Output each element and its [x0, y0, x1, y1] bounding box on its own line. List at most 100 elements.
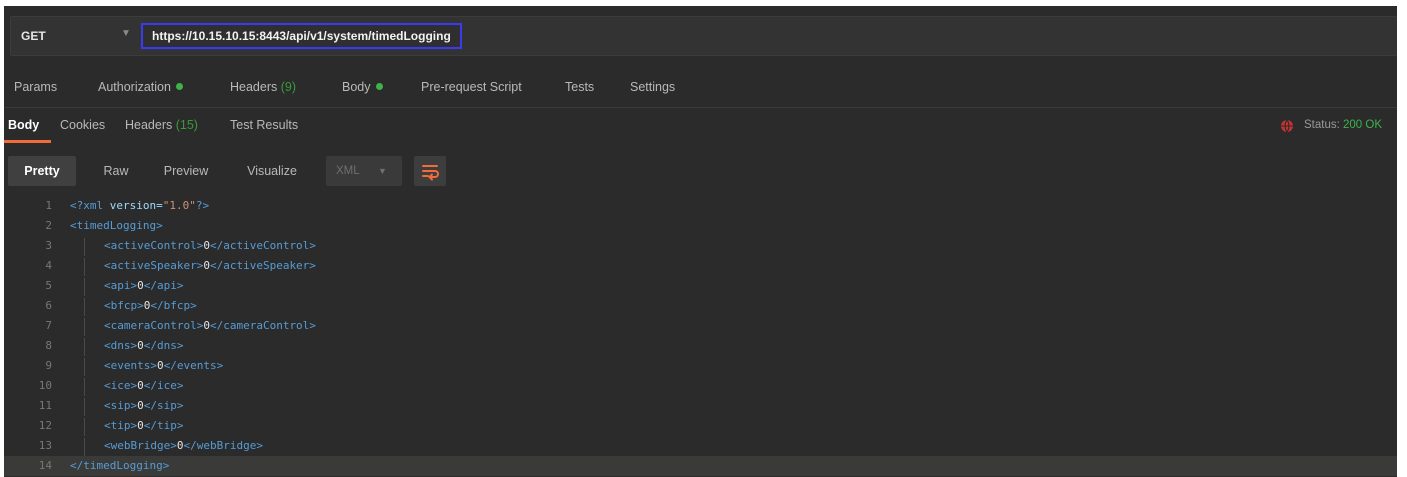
indent-guide — [84, 238, 85, 256]
tab-settings[interactable]: Settings — [630, 80, 675, 94]
code-text: <?xml version="1.0"?> — [70, 199, 210, 212]
chevron-down-icon[interactable]: ▼ — [121, 28, 131, 39]
method-url-bar: GET ▼ https://10.15.10.15:8443/api/v1/sy… — [10, 16, 1397, 56]
indent-guide — [84, 398, 85, 416]
url-input[interactable]: https://10.15.10.15:8443/api/v1/system/t… — [141, 23, 462, 49]
code-text: <activeSpeaker>0</activeSpeaker> — [104, 259, 316, 272]
code-text: <bfcp>0</bfcp> — [104, 299, 197, 312]
wrap-lines-icon — [422, 165, 439, 181]
method-select[interactable]: GET — [21, 29, 46, 43]
line-number: 4 — [45, 259, 52, 272]
tab-label: Pre-request Script — [421, 80, 522, 94]
tab-body[interactable]: Body — [342, 80, 383, 94]
postman-window: GET ▼ https://10.15.10.15:8443/api/v1/sy… — [4, 6, 1397, 477]
code-line: 6 <bfcp>0</bfcp> — [4, 296, 1397, 316]
language-label: XML — [336, 165, 360, 177]
code-text: <api>0</api> — [104, 279, 184, 292]
line-number: 12 — [38, 419, 52, 432]
globe-icon[interactable] — [1280, 119, 1294, 133]
code-line: 13 <webBridge>0</webBridge> — [4, 436, 1397, 456]
code-line: 2 <timedLogging> — [4, 216, 1397, 236]
tab-test-results[interactable]: Test Results — [230, 118, 298, 132]
tab-response-body[interactable]: Body — [8, 118, 39, 132]
status-dot — [175, 83, 183, 90]
line-number: 2 — [45, 219, 52, 232]
line-number: 6 — [45, 299, 52, 312]
code-text: <activeControl>0</activeControl> — [104, 239, 316, 252]
indent-guide — [84, 278, 85, 296]
code-line: 11 <sip>0</sip> — [4, 396, 1397, 416]
line-number: 13 — [38, 439, 52, 452]
tab-label: Headers — [230, 80, 278, 94]
tab-headers[interactable]: Headers (9) — [230, 80, 296, 94]
tab-label: Authorization — [98, 80, 171, 94]
code-line: 10 <ice>0</ice> — [4, 376, 1397, 396]
active-tab-indicator — [4, 140, 51, 143]
tab-response-headers[interactable]: Headers (15) — [125, 118, 198, 132]
code-line: 1 <?xml version="1.0"?> — [4, 196, 1397, 216]
code-text: <timedLogging> — [70, 219, 163, 232]
response-view-toolbar: Pretty Raw Preview Visualize XML ▼ — [8, 156, 608, 188]
indent-guide — [84, 358, 85, 376]
code-line: 5 <api>0</api> — [4, 276, 1397, 296]
view-raw-button[interactable]: Raw — [88, 156, 144, 186]
code-text: <cameraControl>0</cameraControl> — [104, 319, 316, 332]
line-number: 11 — [38, 399, 52, 412]
tab-label: Settings — [630, 80, 676, 94]
tab-cookies[interactable]: Cookies — [60, 118, 105, 132]
code-text: </timedLogging> — [70, 459, 170, 472]
divider — [4, 107, 1397, 108]
tab-count: (15) — [175, 118, 198, 132]
indent-guide — [84, 378, 85, 396]
line-number: 9 — [45, 359, 52, 372]
code-text: <tip>0</tip> — [104, 419, 184, 432]
view-pretty-button[interactable]: Pretty — [8, 156, 76, 186]
code-text: <sip>0</sip> — [104, 399, 184, 412]
indent-guide — [84, 318, 85, 336]
code-line: 4 <activeSpeaker>0</activeSpeaker> — [4, 256, 1397, 276]
line-number: 1 — [45, 199, 52, 212]
view-preview-button[interactable]: Preview — [152, 156, 220, 186]
tab-params[interactable]: Params — [14, 80, 57, 94]
request-tabs: Params Authorization Headers (9) Body Pr… — [4, 76, 1397, 100]
indent-guide — [84, 338, 85, 356]
language-select[interactable]: XML ▼ — [326, 156, 402, 186]
code-text: <dns>0</dns> — [104, 339, 184, 352]
code-line: 9 <events>0</events> — [4, 356, 1397, 376]
line-number: 7 — [45, 319, 52, 332]
line-number: 10 — [38, 379, 52, 392]
tab-label: Headers — [125, 118, 173, 132]
code-line: 12 <tip>0</tip> — [4, 416, 1397, 436]
status-dot — [375, 83, 383, 90]
response-status: Status: 200 OK — [1304, 119, 1382, 131]
view-visualize-button[interactable]: Visualize — [230, 156, 314, 186]
tab-count: (9) — [280, 80, 297, 94]
tab-pre-request-script[interactable]: Pre-request Script — [421, 80, 522, 94]
code-line: 3 <activeControl>0</activeControl> — [4, 236, 1397, 256]
indent-guide — [84, 258, 85, 276]
code-line: 14 </timedLogging> — [4, 456, 1397, 476]
chevron-down-icon: ▼ — [378, 166, 387, 176]
code-text: <events>0</events> — [104, 359, 224, 372]
code-text: <webBridge>0</webBridge> — [104, 439, 263, 452]
response-code-editor[interactable]: 1 <?xml version="1.0"?> 2 <timedLogging> 3 <a… — [4, 196, 1397, 477]
line-number: 5 — [45, 279, 52, 292]
wrap-lines-button[interactable] — [414, 156, 446, 186]
response-tabs: Body Cookies Headers (15) Test Results S… — [4, 114, 1397, 144]
tab-label: Params — [14, 80, 58, 94]
url-text: https://10.15.10.15:8443/api/v1/system/t… — [152, 29, 451, 43]
code-text: <ice>0</ice> — [104, 379, 184, 392]
code-line: 7 <cameraControl>0</cameraControl> — [4, 316, 1397, 336]
line-number: 3 — [45, 239, 52, 252]
code-line: 8 <dns>0</dns> — [4, 336, 1397, 356]
indent-guide — [84, 418, 85, 436]
tab-tests[interactable]: Tests — [565, 80, 594, 94]
indent-guide — [84, 298, 85, 316]
indent-guide — [84, 438, 85, 456]
tab-label: Tests — [565, 80, 595, 94]
tab-authorization[interactable]: Authorization — [98, 80, 183, 94]
line-number: 8 — [45, 339, 52, 352]
status-value: 200 OK — [1343, 119, 1383, 131]
line-number: 14 — [38, 459, 52, 472]
status-label: Status: — [1304, 119, 1340, 131]
